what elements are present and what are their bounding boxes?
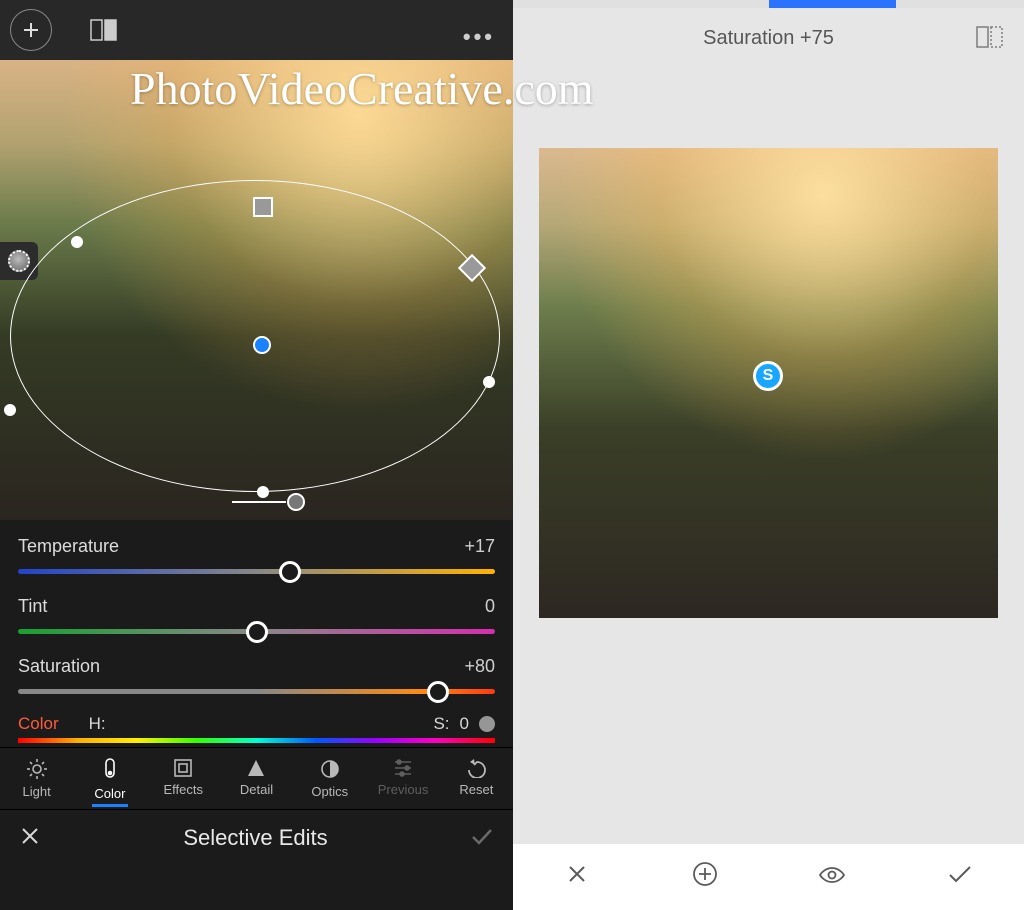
hue-spectrum[interactable] (18, 738, 495, 743)
lr-footer: Selective Edits (0, 809, 513, 865)
tab-light[interactable]: Light (0, 754, 73, 809)
tab-previous-label: Previous (378, 782, 429, 797)
sn-apply-button[interactable] (896, 864, 1024, 890)
effects-icon (173, 758, 193, 778)
eye-icon (818, 866, 846, 884)
detail-icon (246, 758, 266, 778)
sn-adjustment-label: Saturation (703, 27, 794, 50)
sn-photo-image: S (539, 148, 998, 618)
more-menu-button[interactable]: ••• (463, 24, 495, 50)
lightroom-pane: ••• Temperature +17 Tint 0 (0, 0, 513, 910)
optics-icon (319, 758, 341, 780)
tab-reset-label: Reset (459, 782, 493, 797)
light-icon (26, 758, 48, 780)
check-icon (948, 866, 972, 884)
temperature-value: +17 (464, 536, 495, 557)
hue-label: H: (89, 714, 106, 734)
sn-add-pin-button[interactable] (641, 861, 769, 893)
plus-icon (21, 20, 41, 40)
previous-icon (392, 758, 414, 778)
tab-light-label: Light (23, 784, 51, 799)
tab-previous[interactable]: Previous (366, 754, 439, 809)
color-label: Color (18, 714, 59, 734)
saturation-thumb[interactable] (427, 681, 449, 703)
mask-handle-bottom[interactable] (257, 486, 269, 498)
sn-header: Saturation +75 (513, 8, 1024, 68)
s-value: 0 (460, 714, 469, 734)
check-icon (471, 828, 493, 846)
tint-value: 0 (485, 596, 495, 617)
mask-handle-top[interactable] (253, 197, 273, 217)
sn-before-after-button[interactable] (976, 26, 1004, 54)
lr-sliders-panel: Temperature +17 Tint 0 Saturation +80 Co… (0, 520, 513, 747)
tab-detail-label: Detail (240, 782, 273, 797)
sn-adjustment-value: +75 (800, 27, 834, 50)
snapseed-pane: Saturation +75 S (513, 0, 1024, 910)
add-circle-icon (692, 861, 718, 887)
tab-color[interactable]: Color (73, 754, 146, 809)
radial-tool-button[interactable] (0, 242, 38, 280)
radial-icon (8, 250, 30, 272)
lr-tabs: Light Color Effects Detail Optics Previo… (0, 747, 513, 809)
mask-handle-r[interactable] (483, 376, 495, 388)
close-icon (20, 826, 40, 846)
tab-reset[interactable]: Reset (440, 754, 513, 809)
tab-optics-label: Optics (311, 784, 348, 799)
s-label: S: (433, 714, 449, 734)
sn-preview-button[interactable] (769, 864, 897, 890)
tint-row: Tint 0 (18, 588, 495, 648)
tab-detail[interactable]: Detail (220, 754, 293, 809)
reset-icon (465, 758, 487, 778)
color-swatch[interactable] (479, 716, 495, 732)
close-button[interactable] (20, 822, 40, 853)
photo-image (0, 60, 513, 520)
before-after-button[interactable] (90, 19, 118, 41)
tint-thumb[interactable] (246, 621, 268, 643)
mask-center-pin[interactable] (253, 336, 271, 354)
tint-label: Tint (18, 596, 47, 616)
temperature-slider[interactable] (18, 569, 495, 574)
sn-bottombar (513, 844, 1024, 910)
progress-fill (769, 0, 897, 8)
sn-cancel-button[interactable] (513, 864, 641, 890)
tab-optics[interactable]: Optics (293, 754, 366, 809)
saturation-value: +80 (464, 656, 495, 677)
sn-canvas[interactable]: S (513, 68, 1024, 844)
color-picker-row: Color H: S: 0 (18, 708, 495, 738)
selective-pin[interactable]: S (753, 361, 783, 391)
more-icon: ••• (463, 24, 495, 49)
tab-effects[interactable]: Effects (147, 754, 220, 809)
saturation-label: Saturation (18, 656, 100, 676)
feather-handle[interactable] (287, 493, 305, 511)
feather-track (232, 501, 286, 503)
tab-color-label: Color (94, 786, 125, 801)
pin-letter: S (763, 367, 774, 385)
lr-photo-canvas[interactable] (0, 60, 513, 520)
sn-progress[interactable] (513, 0, 1024, 8)
s-field: S: 0 (433, 714, 495, 734)
before-after-icon (976, 26, 1004, 48)
close-icon (567, 864, 587, 884)
temperature-label: Temperature (18, 536, 119, 556)
mask-handle-left[interactable] (4, 404, 16, 416)
color-icon (102, 758, 118, 782)
mask-handle-tl[interactable] (71, 236, 83, 248)
lr-topbar: ••• (0, 0, 513, 60)
tab-effects-label: Effects (163, 782, 203, 797)
temperature-thumb[interactable] (279, 561, 301, 583)
saturation-slider[interactable] (18, 689, 495, 694)
add-mask-button[interactable] (10, 9, 52, 51)
before-after-icon (90, 19, 118, 41)
temperature-row: Temperature +17 (18, 528, 495, 588)
panel-title: Selective Edits (183, 825, 327, 851)
saturation-row: Saturation +80 (18, 648, 495, 708)
tint-slider[interactable] (18, 629, 495, 634)
commit-button[interactable] (471, 822, 493, 853)
